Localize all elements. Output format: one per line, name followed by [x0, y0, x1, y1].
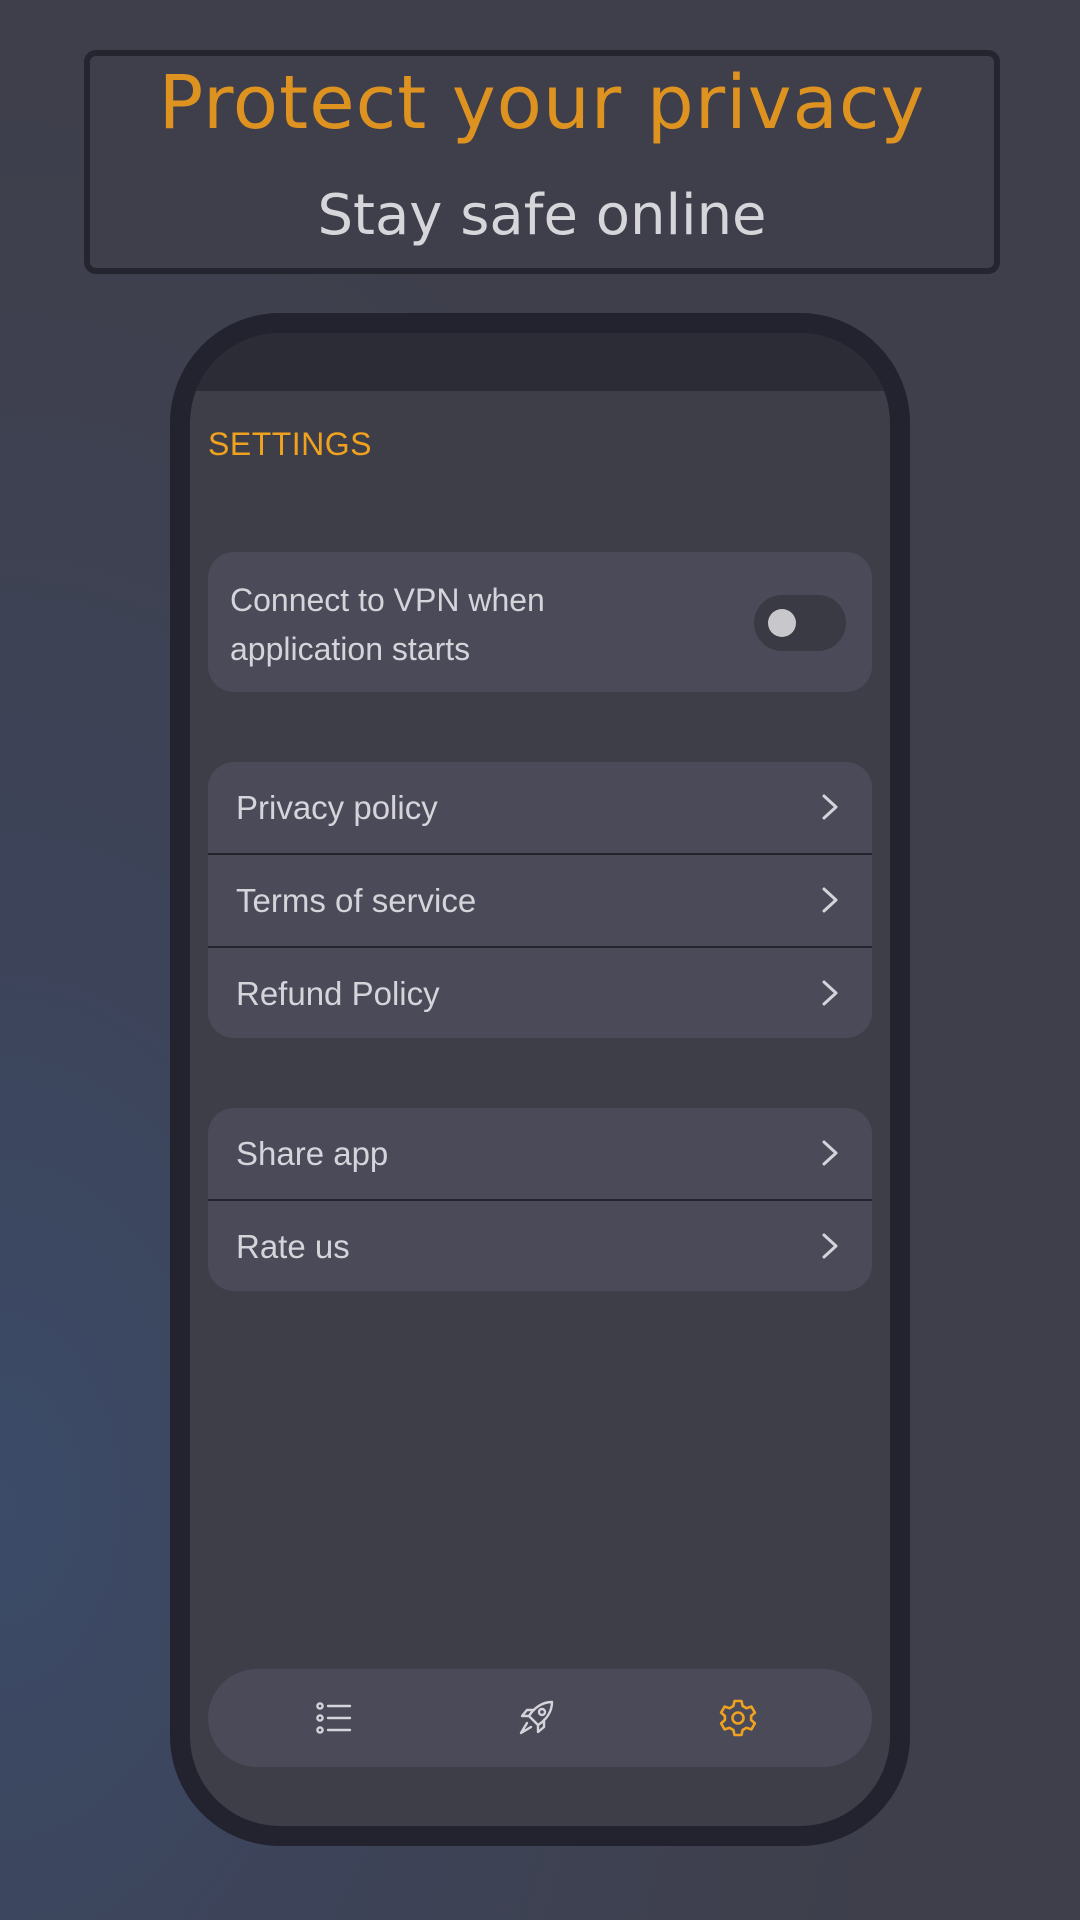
toggle-knob [768, 609, 796, 637]
phone-frame: SETTINGS Connect to VPN when application… [170, 313, 910, 1846]
privacy-policy-item[interactable]: Privacy policy [208, 762, 872, 853]
gear-icon[interactable] [718, 1698, 758, 1738]
policies-card: Privacy policy Terms of service Refund P… [208, 762, 872, 1038]
list-item-label: Rate us [236, 1228, 350, 1265]
rate-us-item[interactable]: Rate us [208, 1201, 872, 1291]
list-item-label: Privacy policy [236, 789, 438, 826]
misc-card: Share app Rate us [208, 1108, 872, 1291]
chevron-right-icon [822, 1233, 838, 1259]
list-item-label: Terms of service [236, 882, 477, 919]
rocket-icon[interactable] [516, 1698, 556, 1738]
chevron-right-icon [822, 1140, 838, 1166]
refund-policy-item[interactable]: Refund Policy [208, 948, 872, 1038]
page-title: SETTINGS [208, 426, 373, 462]
promo-subtitle: Stay safe online [317, 183, 767, 248]
promo-title: Protect your privacy [158, 60, 926, 146]
share-app-item[interactable]: Share app [208, 1108, 872, 1199]
list-icon[interactable] [314, 1698, 354, 1738]
status-bar [190, 333, 890, 391]
auto-connect-card: Connect to VPN when application starts [208, 552, 872, 692]
list-item-label: Refund Policy [236, 975, 440, 1012]
auto-connect-toggle[interactable] [754, 595, 846, 651]
chevron-right-icon [822, 794, 838, 820]
terms-of-service-item[interactable]: Terms of service [208, 855, 872, 946]
list-item-label: Share app [236, 1135, 389, 1172]
chevron-right-icon [822, 887, 838, 913]
chevron-right-icon [822, 980, 838, 1006]
app-screen: SETTINGS Connect to VPN when application… [190, 333, 890, 1826]
promo-banner: Protect your privacy Stay safe online [84, 50, 1000, 274]
auto-connect-label: Connect to VPN when application starts [230, 582, 545, 667]
bottom-nav [208, 1669, 872, 1767]
